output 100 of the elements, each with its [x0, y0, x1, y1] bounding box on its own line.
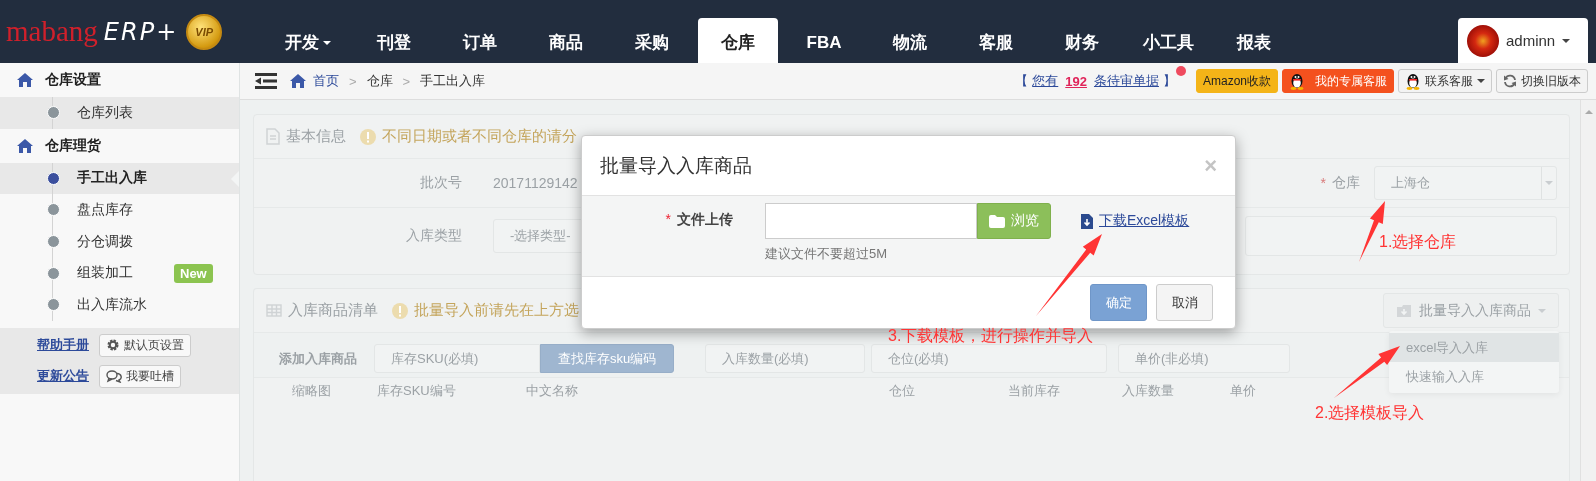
- logo-brand: mabang: [6, 17, 98, 46]
- nav-tab[interactable]: 开发: [268, 18, 348, 63]
- breadcrumb-separator: >: [349, 73, 357, 89]
- help-link[interactable]: 更新公告: [37, 367, 89, 386]
- folder-icon: [989, 214, 1005, 228]
- sidebar-group-title: 仓库设置: [45, 71, 101, 89]
- required-mark: *: [665, 211, 671, 227]
- field-label: 文件上传: [677, 211, 733, 227]
- sidebar-item[interactable]: 仓库列表: [0, 97, 239, 129]
- table-icon: [266, 304, 282, 317]
- column-header: 缩略图: [292, 381, 332, 400]
- caret-icon: [1545, 181, 1553, 185]
- column-header: 库存SKU编号: [377, 381, 457, 400]
- nav-tab[interactable]: 小工具: [1128, 18, 1208, 63]
- file-path-field[interactable]: [765, 203, 977, 239]
- penguin-icon: [1405, 72, 1421, 90]
- header-button[interactable]: Amazon收款: [1195, 69, 1278, 93]
- column-header: 单价: [1230, 381, 1257, 400]
- caret-icon: [1477, 79, 1485, 83]
- bracket: 】: [1162, 72, 1176, 90]
- help-link[interactable]: 帮助手册: [37, 336, 89, 355]
- breadcrumb-item: 手工出入库: [420, 72, 486, 90]
- pending-count-link[interactable]: 192: [1065, 73, 1087, 89]
- user-menu[interactable]: adminn: [1458, 18, 1588, 63]
- nav-tab[interactable]: 刊登: [354, 18, 434, 63]
- home-icon: [17, 138, 33, 153]
- sidebar-item[interactable]: 分仓调拨: [0, 225, 239, 258]
- hint-text: 建议文件不要超过5M: [765, 245, 889, 263]
- warning-icon: [360, 128, 376, 145]
- scroll-up-icon: [1584, 110, 1593, 114]
- input-field[interactable]: 仓位(必填): [871, 344, 1107, 373]
- panel-title: 基本信息: [286, 127, 346, 146]
- home-icon: [290, 74, 306, 88]
- breadcrumb-item: 仓库: [366, 72, 393, 90]
- required-mark: *: [1320, 175, 1326, 191]
- warning-icon: [392, 302, 408, 319]
- gear-icon: [106, 338, 120, 353]
- penguin-icon: [1289, 72, 1305, 90]
- notice-link[interactable]: 条待审单据: [1093, 72, 1159, 90]
- nav-tab[interactable]: FBA: [784, 18, 864, 63]
- header-button[interactable]: 联系客服: [1398, 69, 1492, 93]
- sidebar-item[interactable]: 盘点库存: [0, 194, 239, 226]
- input-field[interactable]: 入库数量(必填): [705, 344, 865, 373]
- avatar: [1467, 24, 1499, 57]
- sidebar-item[interactable]: 组装加工 New: [0, 257, 239, 289]
- download-template-link[interactable]: 下载Excel模板: [1099, 212, 1190, 230]
- batch-number: 20171129142: [493, 175, 578, 191]
- annotation-text: 3.下载模板，进行操作并导入: [888, 328, 1094, 344]
- download-file-icon: [1081, 213, 1093, 229]
- sidebar-item[interactable]: 出入库流水: [0, 288, 239, 321]
- annotation-text: 2.选择模板导入: [1315, 405, 1425, 421]
- field-label: 批次号: [419, 174, 462, 192]
- bullet-dot: [47, 266, 60, 280]
- bullet-dot: [47, 298, 60, 312]
- caret-icon: [323, 40, 331, 45]
- bullet-dot: [47, 203, 60, 217]
- breadcrumb-separator: >: [402, 73, 411, 89]
- nav-tab[interactable]: 客服: [956, 18, 1036, 63]
- sidebar-button[interactable]: 我要吐槽: [99, 364, 181, 388]
- field-label: 仓库: [1332, 174, 1360, 192]
- chat-bubble-icon: [106, 369, 122, 384]
- input-field[interactable]: 库存SKU(必填): [374, 344, 540, 373]
- nav-tab[interactable]: 商品: [526, 18, 606, 63]
- bracket: 【: [1015, 72, 1029, 90]
- new-badge: New: [174, 263, 213, 283]
- nav-tab[interactable]: 订单: [440, 18, 520, 63]
- sidebar-group-title: 仓库理货: [45, 136, 101, 155]
- sidebar-toggle-icon: [255, 73, 277, 89]
- panel-title: 入库商品清单: [288, 301, 378, 320]
- nav-tab[interactable]: 仓库: [698, 18, 778, 63]
- annotation-text: 1.选择仓库: [1379, 234, 1457, 250]
- header-button[interactable]: 切换旧版本: [1496, 69, 1588, 93]
- column-header: 当前库存: [1008, 381, 1061, 400]
- bullet-dot: [47, 106, 60, 120]
- field-label: 添加入库商品: [279, 350, 357, 368]
- caret-icon: [1562, 38, 1571, 43]
- sidebar-item[interactable]: 手工出入库: [0, 162, 239, 195]
- column-header: 中文名称: [526, 381, 579, 400]
- notice-link[interactable]: 您有: [1032, 72, 1059, 90]
- warning-text: 不同日期或者不同仓库的请分: [382, 127, 577, 146]
- text-field[interactable]: [1245, 216, 1557, 256]
- sidebar-button[interactable]: 默认页设置: [99, 333, 191, 357]
- breadcrumb-link[interactable]: 首页: [313, 72, 339, 90]
- nav-tab[interactable]: 物流: [870, 18, 950, 63]
- logo-product: ERP+: [103, 19, 179, 44]
- column-header: 入库数量: [1122, 381, 1175, 400]
- warning-text: 批量导入前请先在上方选: [414, 301, 579, 320]
- bullet-dot: [47, 235, 60, 249]
- import-box-icon: [1396, 303, 1412, 318]
- column-header: 仓位: [889, 381, 916, 400]
- nav-tab[interactable]: 采购: [612, 18, 692, 63]
- dialog-title: 批量导入入库商品: [600, 153, 752, 178]
- bullet-dot: [47, 171, 60, 185]
- nav-tab[interactable]: 财务: [1042, 18, 1122, 63]
- cancel-button[interactable]: 取消: [1156, 284, 1213, 321]
- nav-tab[interactable]: 报表: [1214, 18, 1294, 63]
- input-field[interactable]: 单价(非必填): [1118, 344, 1290, 373]
- field-label: 入库类型: [405, 227, 462, 245]
- vip-badge: VIP: [186, 13, 223, 50]
- caret-icon: [1538, 308, 1546, 313]
